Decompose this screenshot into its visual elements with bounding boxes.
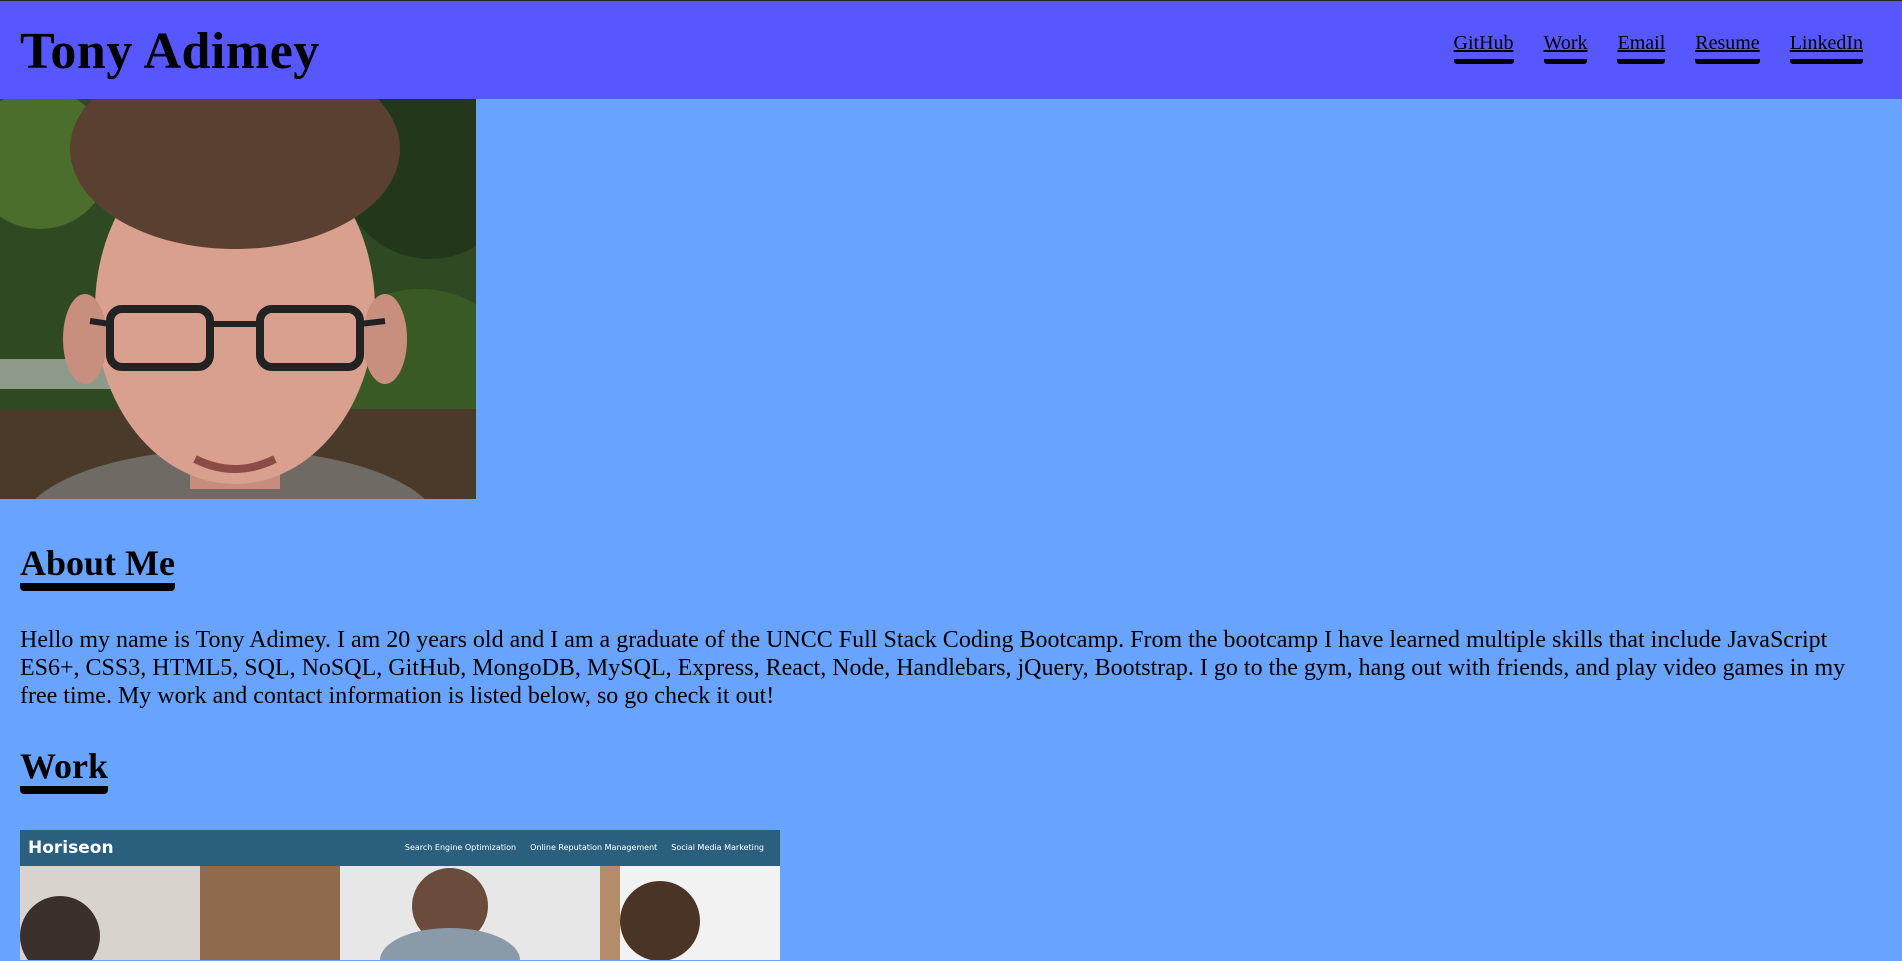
work-preview-horiseon[interactable]: Horiseon Search Engine Optimization Onli… — [20, 829, 780, 960]
preview-photo — [20, 865, 780, 960]
preview-link: Online Reputation Management — [530, 843, 658, 853]
work-heading: Work — [20, 747, 109, 794]
nav-link-work[interactable]: Work — [1543, 32, 1588, 64]
preview-link: Social Media Marketing — [671, 843, 764, 853]
nav-link-resume[interactable]: Resume — [1695, 32, 1760, 64]
preview-link: Search Engine Optimization — [404, 843, 517, 853]
site-header: Tony Adimey GitHub Work Email Resume Lin… — [0, 1, 1902, 99]
preview-links: Search Engine Optimization Online Reputa… — [405, 843, 764, 852]
preview-navbar: Horiseon Search Engine Optimization Onli… — [20, 829, 780, 866]
about-text: Hello my name is Tony Adimey. I am 20 ye… — [20, 626, 1846, 709]
nav-link-linkedin[interactable]: LinkedIn — [1789, 32, 1863, 64]
preview-brand: Horiseon — [28, 837, 114, 858]
site-title: Tony Adimey — [20, 22, 320, 80]
main-nav: GitHub Work Email Resume LinkedIn — [1453, 32, 1863, 64]
profile-photo — [0, 99, 476, 499]
nav-link-email[interactable]: Email — [1617, 32, 1666, 64]
nav-link-github[interactable]: GitHub — [1453, 32, 1514, 64]
about-heading: About Me — [20, 544, 175, 591]
